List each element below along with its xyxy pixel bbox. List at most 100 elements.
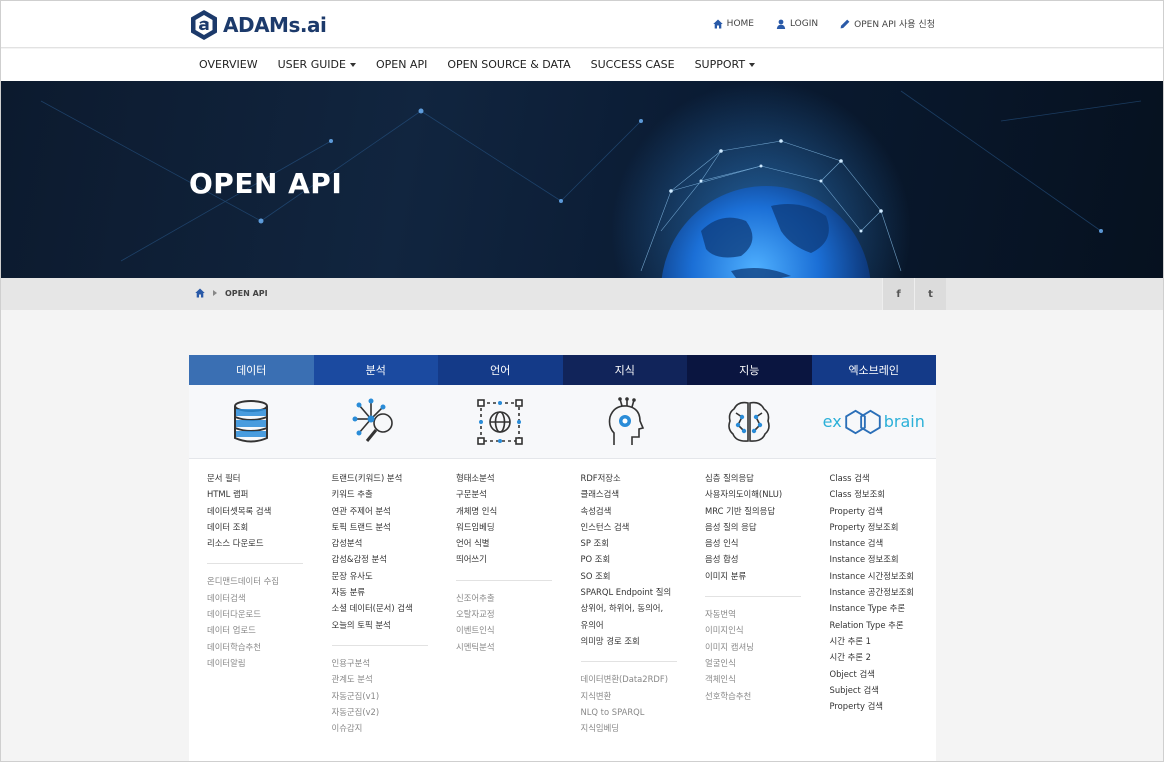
home-icon[interactable] — [195, 288, 205, 298]
api-link[interactable]: 속성검색 — [581, 503, 688, 519]
home-link[interactable]: HOME — [712, 17, 754, 30]
api-sub-link[interactable]: 얼굴인식 — [705, 655, 812, 671]
api-sub-link[interactable]: 자동군집(v1) — [332, 688, 439, 704]
api-link[interactable]: Class 정보조회 — [830, 486, 937, 502]
api-sub-link[interactable]: 데이터 업로드 — [207, 622, 314, 638]
api-apply-link[interactable]: OPEN API 사용 신청 — [840, 17, 935, 30]
api-sub-link[interactable]: 데이터검색 — [207, 590, 314, 606]
api-link[interactable]: 의미망 경로 조회 — [581, 633, 688, 649]
nav-support[interactable]: SUPPORT — [695, 58, 756, 71]
api-sub-link[interactable]: 신조어추출 — [456, 590, 563, 606]
api-sub-link[interactable]: 관계도 분석 — [332, 671, 439, 687]
api-sub-link[interactable]: 선호학습추천 — [705, 688, 812, 704]
api-link[interactable]: 데이터 조회 — [207, 519, 314, 535]
api-link[interactable]: SO 조회 — [581, 568, 688, 584]
api-sub-link[interactable]: 오탈자교정 — [456, 606, 563, 622]
api-sub-link[interactable]: 자동군집(v2) — [332, 704, 439, 720]
api-link[interactable]: 유의어 — [581, 617, 688, 633]
api-sub-link[interactable]: 이미지 캡셔닝 — [705, 639, 812, 655]
tab-data[interactable]: 데이터 — [189, 355, 314, 385]
api-sub-link[interactable]: 온디맨드데이터 수집 — [207, 573, 314, 589]
api-link[interactable]: Instance 정보조회 — [830, 551, 937, 567]
api-link[interactable]: Instance 시간정보조회 — [830, 568, 937, 584]
nav-open-source-data[interactable]: OPEN SOURCE & DATA — [447, 58, 570, 71]
api-link[interactable]: PO 조회 — [581, 551, 688, 567]
api-link[interactable]: Instance 검색 — [830, 535, 937, 551]
api-link[interactable]: 워드임베딩 — [456, 519, 563, 535]
api-link[interactable]: 형태소분석 — [456, 470, 563, 486]
api-link[interactable]: SP 조회 — [581, 535, 688, 551]
api-link[interactable]: 구문분석 — [456, 486, 563, 502]
api-link[interactable]: 언어 식별 — [456, 535, 563, 551]
api-sub-link[interactable]: 데이터알림 — [207, 655, 314, 671]
api-sub-link[interactable]: 지식임베딩 — [581, 720, 688, 736]
api-link[interactable]: 감성&감정 분석 — [332, 551, 439, 567]
api-sub-link[interactable]: 데이터학습추천 — [207, 639, 314, 655]
api-sub-link[interactable]: 이벤트인식 — [456, 622, 563, 638]
api-link[interactable]: HTML 랩퍼 — [207, 486, 314, 502]
api-link[interactable]: 시간 추론 2 — [830, 649, 937, 665]
api-sub-link[interactable]: 객체인식 — [705, 671, 812, 687]
api-link[interactable]: 이미지 분류 — [705, 568, 812, 584]
api-sub-link[interactable]: 자동번역 — [705, 606, 812, 622]
api-link[interactable]: 키워드 추출 — [332, 486, 439, 502]
api-link[interactable]: MRC 기반 질의응답 — [705, 503, 812, 519]
api-link[interactable]: 문서 필터 — [207, 470, 314, 486]
api-link[interactable]: 데이터셋목록 검색 — [207, 503, 314, 519]
api-sub-link[interactable]: 데이터변환(Data2RDF) — [581, 671, 688, 687]
api-link[interactable]: 리소스 다운로드 — [207, 535, 314, 551]
api-sub-link[interactable]: 데이터다운로드 — [207, 606, 314, 622]
tab-language[interactable]: 언어 — [438, 355, 563, 385]
api-link[interactable]: Instance 공간정보조회 — [830, 584, 937, 600]
api-link[interactable]: 시간 추론 1 — [830, 633, 937, 649]
api-sub-link[interactable]: 이미지인식 — [705, 622, 812, 638]
api-link[interactable]: Object 검색 — [830, 666, 937, 682]
tab-analysis[interactable]: 분석 — [313, 355, 438, 385]
api-sub-link[interactable]: 인용구분석 — [332, 655, 439, 671]
api-link[interactable]: 상위어, 하위어, 동의어, — [581, 600, 688, 616]
api-link[interactable]: 인스턴스 검색 — [581, 519, 688, 535]
api-link[interactable]: 감성분석 — [332, 535, 439, 551]
api-link[interactable]: 음성 합성 — [705, 551, 812, 567]
nav-overview[interactable]: OVERVIEW — [199, 58, 258, 71]
api-link[interactable]: Property 검색 — [830, 503, 937, 519]
login-link[interactable]: LOGIN — [776, 17, 818, 30]
api-link[interactable]: RDF저장소 — [581, 470, 688, 486]
api-link[interactable]: Instance Type 추론 — [830, 600, 937, 616]
api-link[interactable]: 클래스검색 — [581, 486, 688, 502]
api-link[interactable]: Subject 검색 — [830, 682, 937, 698]
api-link[interactable]: 토픽 트랜드 분석 — [332, 519, 439, 535]
api-sub-link[interactable]: 이슈감지 — [332, 720, 439, 736]
tab-knowledge[interactable]: 지식 — [562, 355, 687, 385]
api-sub-link[interactable]: 시멘틱분석 — [456, 639, 563, 655]
nav-user-guide[interactable]: USER GUIDE — [278, 58, 356, 71]
api-link[interactable]: Property 정보조회 — [830, 519, 937, 535]
api-link[interactable]: Property 검색 — [830, 698, 937, 714]
api-link[interactable]: SPARQL Endpoint 질의 — [581, 584, 688, 600]
api-link[interactable]: 사용자의도이해(NLU) — [705, 486, 812, 502]
api-link[interactable]: 트랜드(키워드) 분석 — [332, 470, 439, 486]
api-link[interactable]: 음성 인식 — [705, 535, 812, 551]
api-link[interactable]: 띄어쓰기 — [456, 551, 563, 567]
facebook-button[interactable]: f — [882, 278, 914, 310]
nav-open-api[interactable]: OPEN API — [376, 58, 427, 71]
api-link[interactable]: 오늘의 토픽 분석 — [332, 617, 439, 633]
api-link[interactable]: 소셜 데이터(문서) 검색 — [332, 600, 439, 616]
intelligence-category-icon-cell — [687, 385, 812, 458]
api-sub-link[interactable]: NLQ to SPARQL — [581, 704, 688, 720]
api-link[interactable]: 자동 분류 — [332, 584, 439, 600]
brand-logo[interactable]: ADAMs.ai — [189, 9, 327, 41]
api-link[interactable]: Relation Type 추론 — [830, 617, 937, 633]
api-link[interactable]: 연관 주제어 분석 — [332, 503, 439, 519]
pencil-icon — [840, 19, 850, 28]
api-link[interactable]: Class 검색 — [830, 470, 937, 486]
api-link[interactable]: 개체명 인식 — [456, 503, 563, 519]
twitter-button[interactable]: t — [914, 278, 946, 310]
tab-intelligence[interactable]: 지능 — [687, 355, 812, 385]
api-link[interactable]: 심층 질의응답 — [705, 470, 812, 486]
api-link[interactable]: 음성 질의 응답 — [705, 519, 812, 535]
api-link[interactable]: 문장 유사도 — [332, 568, 439, 584]
nav-success-case[interactable]: SUCCESS CASE — [591, 58, 675, 71]
tab-exobrain[interactable]: 엑소브레인 — [811, 355, 936, 385]
api-sub-link[interactable]: 지식변환 — [581, 688, 688, 704]
